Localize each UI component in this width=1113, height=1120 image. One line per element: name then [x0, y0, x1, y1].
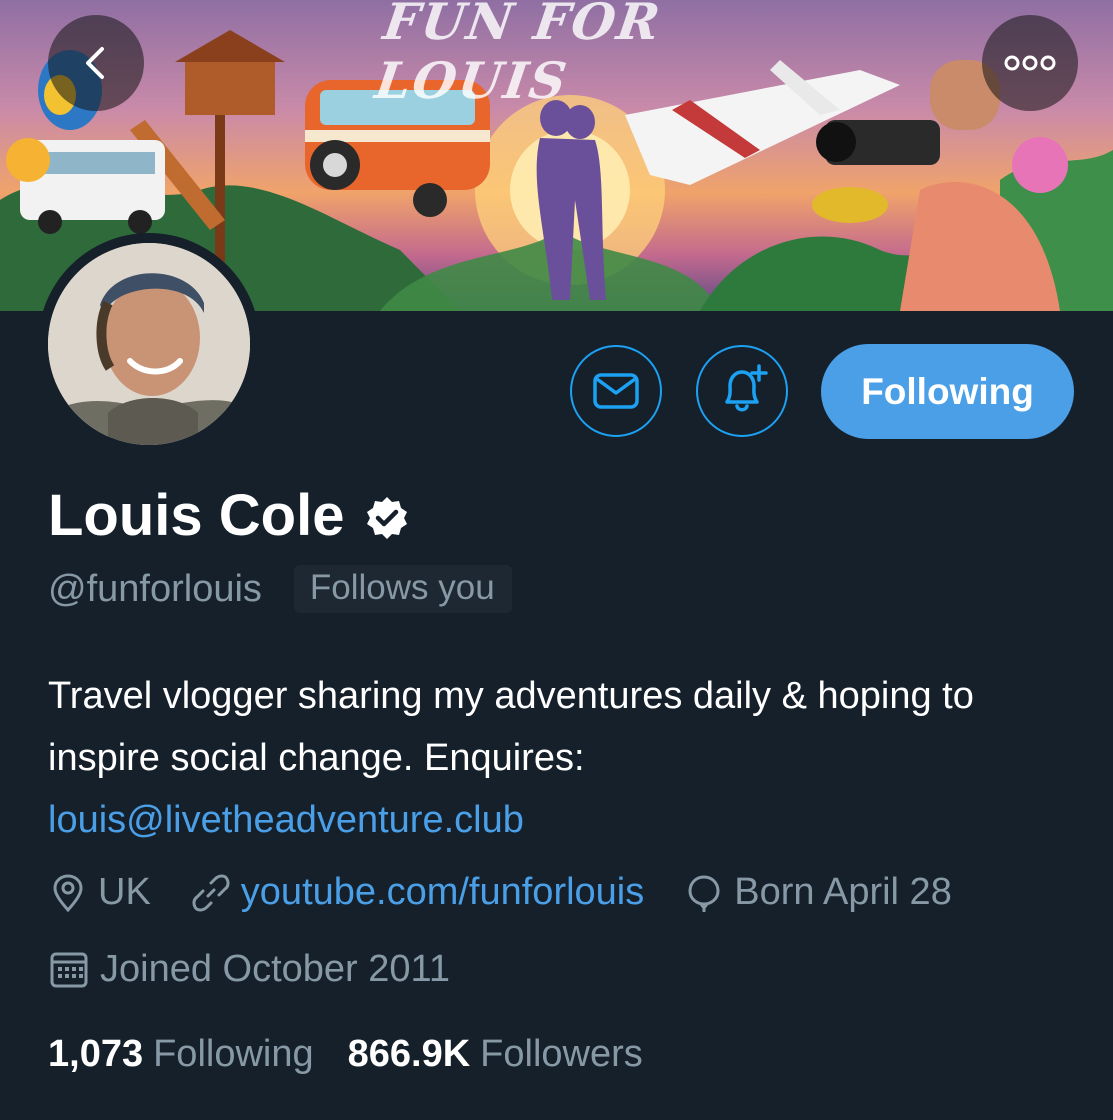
balloon-icon: [688, 874, 720, 912]
following-label: Following: [153, 1033, 314, 1075]
more-horizontal-icon: [1004, 55, 1056, 71]
link-icon: [192, 874, 230, 911]
display-name: Louis Cole: [48, 483, 345, 548]
bio-email-link[interactable]: louis@livetheadventure.club: [48, 799, 524, 841]
website-link[interactable]: youtube.com/funforlouis: [241, 871, 644, 914]
joined-item: Joined October 2011: [48, 948, 450, 991]
website-item[interactable]: youtube.com/funforlouis: [191, 871, 644, 914]
username-handle: @funforlouis: [48, 567, 262, 610]
profile-name-row: Louis Cole: [48, 480, 410, 552]
location-text: UK: [98, 871, 151, 913]
profile-meta-row: UK youtube.com/funforlouis Born April 28: [48, 871, 992, 914]
birthday-text: Born April 28: [734, 871, 952, 913]
calendar-icon: [50, 952, 88, 987]
location-item: UK: [48, 871, 151, 914]
follows-you-badge: Follows you: [293, 565, 512, 613]
followers-label: Followers: [480, 1033, 643, 1075]
birthday-item: Born April 28: [684, 871, 952, 914]
banner-title: FUN FOR LOUIS: [371, 0, 666, 110]
following-button[interactable]: Following: [821, 344, 1074, 439]
follow-stats: 1,073 Following 866.9K Followers: [48, 1033, 677, 1076]
mail-icon: [593, 373, 639, 409]
avatar-photo: [48, 243, 250, 445]
profile-bio: Travel vlogger sharing my adventures dai…: [48, 665, 1068, 851]
more-options-button[interactable]: [982, 15, 1078, 111]
avatar[interactable]: [38, 233, 260, 455]
bell-plus-icon: [725, 364, 768, 412]
followers-stat[interactable]: 866.9K Followers: [348, 1033, 643, 1076]
back-button[interactable]: [48, 15, 144, 111]
following-stat[interactable]: 1,073 Following: [48, 1033, 314, 1076]
followers-count: 866.9K: [347, 1033, 471, 1075]
chevron-left-icon: [86, 47, 104, 79]
verified-badge-icon: [367, 497, 408, 539]
joined-text: Joined October 2011: [100, 948, 450, 990]
bio-text: Travel vlogger sharing my adventures dai…: [48, 675, 974, 779]
location-pin-icon: [53, 873, 83, 912]
notifications-button[interactable]: [696, 345, 788, 437]
handle-row: @funforlouis Follows you: [48, 565, 512, 613]
avatar-image: [48, 243, 250, 445]
profile-joined-row: Joined October 2011: [48, 948, 490, 991]
message-button[interactable]: [570, 345, 662, 437]
following-count: 1,073: [48, 1033, 144, 1075]
